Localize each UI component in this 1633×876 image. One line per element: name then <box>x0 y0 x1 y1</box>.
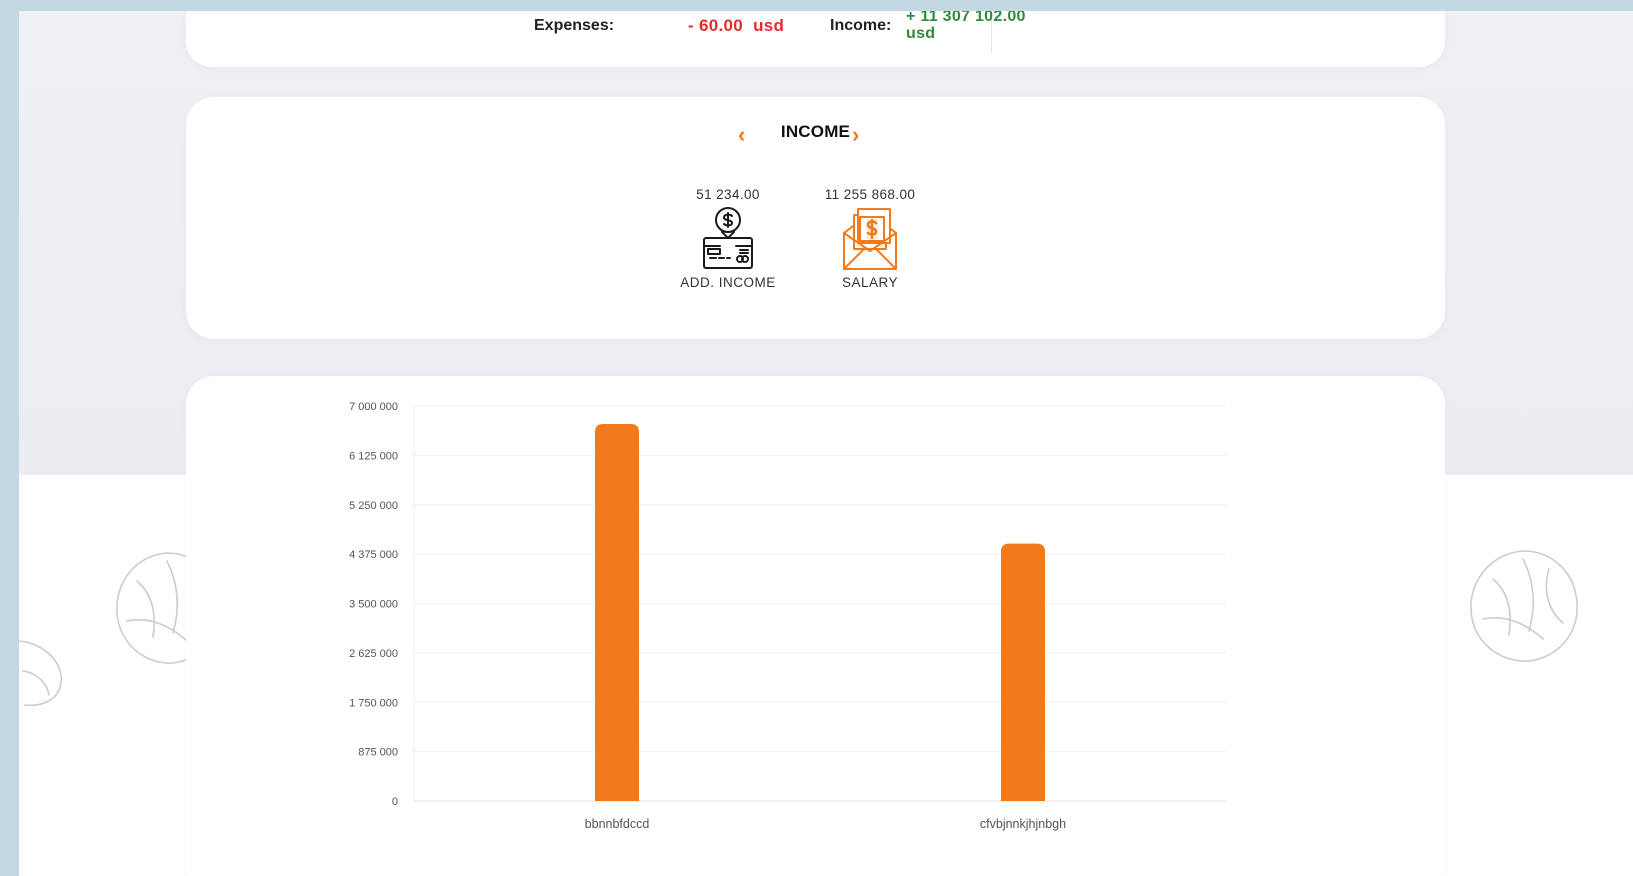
expenses-label: Expenses: <box>534 17 615 34</box>
cabbage-doodle-icon <box>19 640 62 707</box>
chevron-right-icon[interactable]: › <box>852 124 859 146</box>
salary-envelope-icon <box>843 208 897 270</box>
cabbage-doodle-icon <box>1470 550 1578 662</box>
y-tick-label: 6 125 000 <box>349 450 398 462</box>
category-amount: 51 234.00 <box>696 187 760 202</box>
category-name: ADD. INCOME <box>680 275 776 290</box>
category-salary[interactable]: 11 255 868.00 SALARY <box>795 187 945 290</box>
bar[interactable] <box>1001 543 1045 801</box>
bar[interactable] <box>595 424 639 801</box>
y-tick-label: 0 <box>392 796 398 808</box>
income-categories-card: ‹ INCOME › 51 234.00 ADD. INCOME 11 255 … <box>186 97 1445 339</box>
y-tick-label: 5 250 000 <box>349 500 398 512</box>
income-bar-chart: 0 875 000 1 750 000 2 625 000 3 500 000 4 375… <box>349 401 1226 831</box>
income-label: Income: <box>830 17 892 34</box>
category-amount: 11 255 868.00 <box>824 187 916 202</box>
y-tick-label: 1 750 000 <box>349 697 398 709</box>
income-chart-card: 0 875 000 1 750 000 2 625 000 3 500 000 4 375… <box>186 376 1445 876</box>
category-add-income[interactable]: 51 234.00 ADD. INCOME <box>653 187 803 290</box>
y-tick-label: 7 000 000 <box>349 401 398 413</box>
income-value: + 11 307 102.00 usd <box>906 11 1026 42</box>
y-tick-label: 4 375 000 <box>349 549 398 561</box>
card-payment-icon <box>703 207 753 269</box>
x-tick-label: bbnnbfdccd <box>585 817 650 831</box>
expenses-value: - 60.00 usd <box>688 16 785 35</box>
y-tick-label: 3 500 000 <box>349 599 398 611</box>
x-tick-label: cfvbjnnkjhjnbgh <box>980 817 1066 831</box>
income-section-title: INCOME <box>780 122 851 141</box>
category-name: SALARY <box>841 275 899 290</box>
balance-summary-card: Expenses: - 60.00 usd Income: + 11 307 1… <box>186 11 1445 67</box>
y-tick-label: 2 625 000 <box>349 648 398 660</box>
page: Expenses: - 60.00 usd Income: + 11 307 1… <box>19 11 1633 876</box>
y-tick-label: 875 000 <box>358 747 398 759</box>
